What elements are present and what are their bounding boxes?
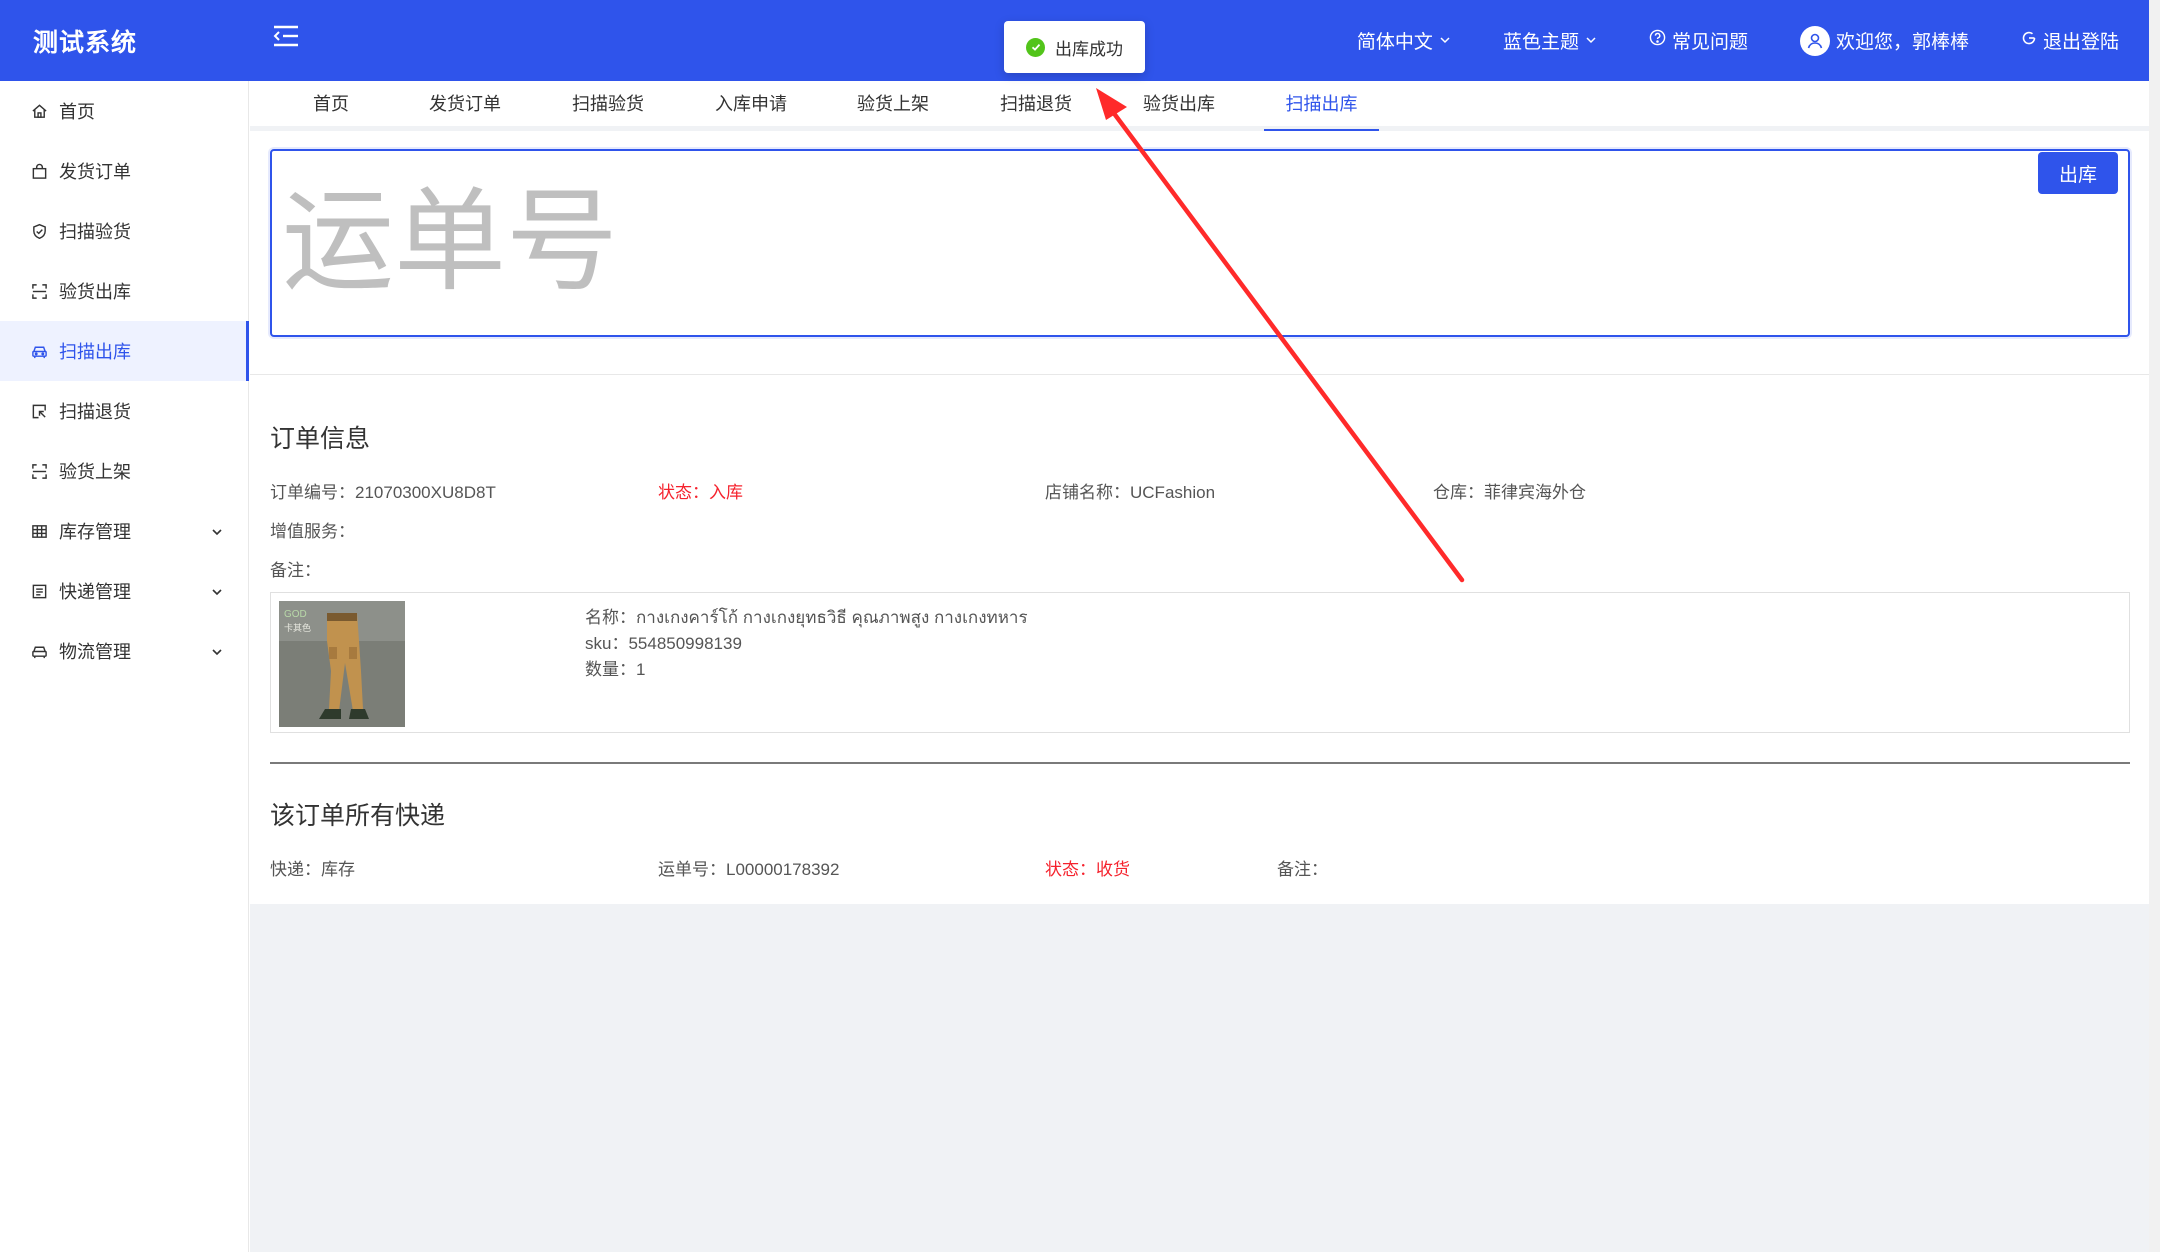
- sidebar-item-label: 物流管理: [59, 642, 131, 662]
- svg-text:GOD: GOD: [284, 609, 307, 620]
- sidebar-item-label: 发货订单: [59, 162, 131, 182]
- express-waybill: 运单号：L00000178392: [658, 860, 840, 879]
- app-logo: 测试系统: [32, 28, 137, 57]
- sidebar-item-label: 首页: [59, 102, 95, 122]
- menu-fold-icon[interactable]: [272, 24, 300, 48]
- tab-scan-outbound[interactable]: 扫描出库: [1264, 81, 1379, 131]
- faq-label: 常见问题: [1671, 32, 1748, 53]
- logout-icon: [2021, 30, 2037, 52]
- tab-inbound-request[interactable]: 入库申请: [694, 81, 808, 131]
- tab-bar: 首页 发货订单 扫描验货 入库申请 验货上架 扫描退货 验货出库 扫描出库: [250, 81, 2149, 131]
- product-quantity: 数量：1: [585, 660, 646, 679]
- tab-shipping-orders[interactable]: 发货订单: [408, 81, 522, 131]
- toast-message: 出库成功: [1055, 39, 1123, 59]
- user-menu[interactable]: 欢迎您，郭棒棒: [1799, 25, 1969, 56]
- sidebar-item-inspect-outbound[interactable]: 验货出库: [0, 261, 248, 321]
- sidebar-item-shipping-orders[interactable]: 发货订单: [0, 141, 248, 201]
- waybill-scan-box: 出库: [270, 149, 2130, 337]
- order-number: 订单编号：21070300XU8D8T: [270, 483, 496, 502]
- order-status: 状态：入库: [658, 483, 743, 502]
- warehouse-name: 仓库：菲律宾海外仓: [1433, 483, 1586, 502]
- page-scrollbar[interactable]: [2149, 0, 2160, 1252]
- section-divider: [270, 762, 2130, 764]
- product-image: GOD 卡其色: [279, 601, 405, 727]
- sidebar-item-label: 扫描验货: [59, 222, 131, 242]
- welcome-text: 欢迎您，郭棒棒: [1835, 32, 1969, 53]
- value-added-service: 增值服务：: [270, 522, 355, 541]
- question-circle-icon: [1649, 29, 1666, 52]
- logout-button[interactable]: 退出登陆: [2021, 27, 2119, 54]
- chevron-down-icon: [1439, 30, 1451, 52]
- waybill-input[interactable]: [282, 181, 1782, 301]
- logout-label: 退出登陆: [2042, 32, 2119, 53]
- faq-link[interactable]: 常见问题: [1649, 27, 1748, 54]
- tab-inspect-shelve[interactable]: 验货上架: [836, 81, 950, 131]
- chevron-down-icon: [210, 523, 224, 537]
- tab-scan-return[interactable]: 扫描退货: [979, 81, 1093, 131]
- tab-inspect-outbound[interactable]: 验货出库: [1122, 81, 1236, 131]
- tab-scan-inspect[interactable]: 扫描验货: [551, 81, 665, 131]
- sidebar-item-scan-outbound[interactable]: 扫描出库: [0, 321, 249, 381]
- order-remark: 备注：: [270, 561, 321, 580]
- table-icon: [30, 522, 48, 540]
- sidebar-item-home[interactable]: 首页: [0, 81, 248, 141]
- product-card: GOD 卡其色 名称：กางเกงคาร์โก้ กางเกงยุทธวิธี …: [270, 592, 2130, 733]
- sidebar-item-express[interactable]: 快递管理: [0, 561, 248, 621]
- car-icon: [30, 642, 48, 660]
- car-icon: [30, 342, 48, 360]
- sidebar: 首页 发货订单 扫描验货 验货出库 扫描出库 扫描退货 验货上架 库存管理 快递…: [0, 81, 249, 1252]
- product-name: 名称：กางเกงคาร์โก้ กางเกงยุทธวิธี คุณภาพสู…: [585, 608, 1028, 627]
- sidebar-item-inventory[interactable]: 库存管理: [0, 501, 248, 561]
- divider: [250, 374, 2149, 375]
- shopping-bag-icon: [30, 162, 48, 180]
- sidebar-item-scan-return[interactable]: 扫描退货: [0, 381, 248, 441]
- return-icon: [30, 402, 48, 420]
- check-circle-icon: [1026, 37, 1045, 57]
- express-status: 状态：收货: [1045, 860, 1130, 879]
- chevron-down-icon: [1585, 30, 1597, 52]
- sidebar-item-label: 扫描退货: [59, 402, 131, 422]
- sidebar-item-label: 快递管理: [59, 582, 131, 602]
- tab-home[interactable]: 首页: [290, 81, 372, 131]
- shop-name: 店铺名称：UCFashion: [1045, 483, 1216, 502]
- chevron-down-icon: [210, 643, 224, 657]
- express-title: 该订单所有快递: [270, 802, 446, 830]
- order-info-title: 订单信息: [270, 425, 371, 453]
- header-actions: 简体中文 蓝色主题 常见问题 欢迎您，郭棒棒 退出登陆: [1357, 0, 2119, 81]
- list-icon: [30, 582, 48, 600]
- chevron-down-icon: [210, 583, 224, 597]
- scan-icon: [30, 282, 48, 300]
- express-courier: 快递：库存: [270, 860, 355, 879]
- sidebar-item-logistics[interactable]: 物流管理: [0, 621, 248, 681]
- shield-check-icon: [30, 222, 48, 240]
- home-icon: [30, 102, 48, 120]
- sidebar-item-scan-inspect[interactable]: 扫描验货: [0, 201, 248, 261]
- sidebar-item-label: 扫描出库: [59, 342, 131, 362]
- product-sku: sku：554850998139: [585, 634, 742, 653]
- language-dropdown[interactable]: 简体中文: [1357, 27, 1451, 54]
- express-remark: 备注：: [1277, 860, 1328, 879]
- sidebar-item-label: 验货上架: [59, 462, 131, 482]
- sidebar-item-label: 库存管理: [59, 522, 131, 542]
- outbound-button[interactable]: 出库: [2038, 152, 2118, 194]
- avatar: [1799, 25, 1830, 56]
- svg-text:卡其色: 卡其色: [284, 622, 311, 633]
- sidebar-item-label: 验货出库: [59, 282, 131, 302]
- success-toast: 出库成功: [1004, 21, 1145, 73]
- sidebar-item-inspect-shelve[interactable]: 验货上架: [0, 441, 248, 501]
- theme-dropdown[interactable]: 蓝色主题: [1503, 27, 1597, 54]
- scan-icon: [30, 462, 48, 480]
- language-label: 简体中文: [1356, 32, 1433, 53]
- theme-label: 蓝色主题: [1502, 32, 1579, 53]
- main-content: 出库 订单信息 订单编号：21070300XU8D8T 状态：入库 店铺名称：U…: [250, 131, 2149, 904]
